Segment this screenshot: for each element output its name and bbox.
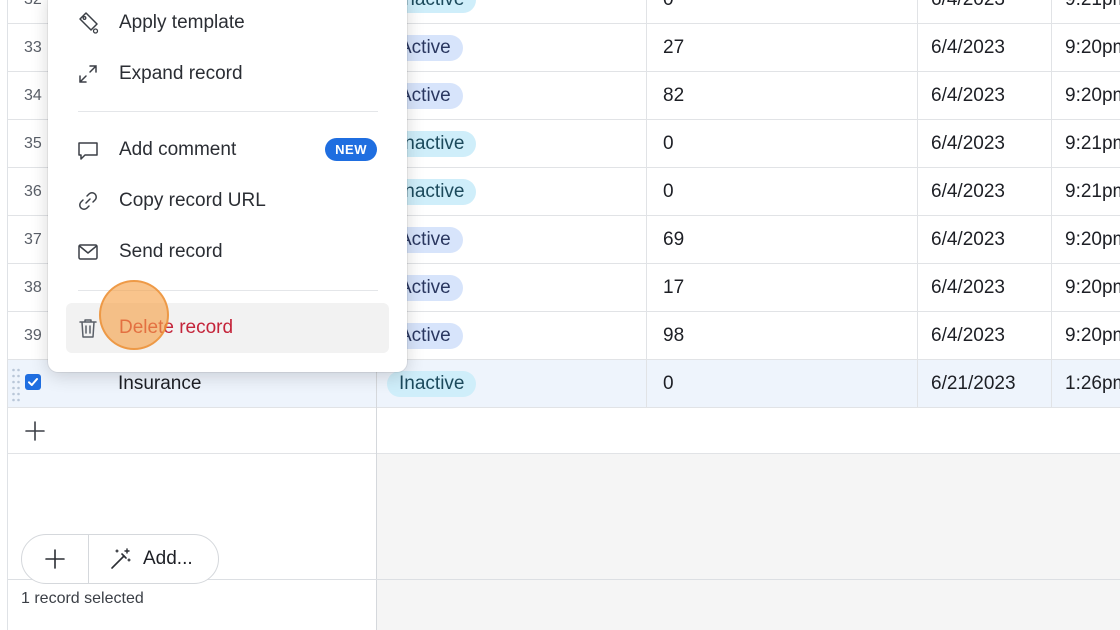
menu-item-apply-template[interactable]: Apply template xyxy=(66,0,389,48)
date-cell[interactable]: 6/21/2023 xyxy=(917,360,1051,408)
trash-icon xyxy=(76,316,100,340)
link-icon xyxy=(76,189,100,213)
menu-item-add-comment[interactable]: Add comment NEW xyxy=(66,125,389,175)
click-indicator xyxy=(99,280,169,350)
expand-icon xyxy=(76,62,100,86)
add-row-plus-icon[interactable] xyxy=(24,420,46,442)
date-cell[interactable]: 6/4/2023 xyxy=(917,216,1051,264)
time-cell[interactable]: 9:21pm xyxy=(1051,120,1120,168)
count-cell[interactable]: 0 xyxy=(646,120,917,168)
time-cell[interactable]: 9:20pm xyxy=(1051,312,1120,360)
time-cell[interactable]: 9:20pm xyxy=(1051,264,1120,312)
add-with-ai-button[interactable]: Add... xyxy=(89,535,218,583)
row-checkbox[interactable] xyxy=(25,374,41,390)
menu-item-copy-record-url[interactable]: Copy record URL xyxy=(66,176,389,226)
count-cell[interactable]: 0 xyxy=(646,0,917,24)
new-badge: NEW xyxy=(325,138,377,161)
time-cell[interactable]: 9:21pm xyxy=(1051,0,1120,24)
menu-item-label: Copy record URL xyxy=(119,190,266,211)
menu-separator xyxy=(78,111,378,112)
count-cell[interactable]: 0 xyxy=(646,168,917,216)
menu-item-label: Apply template xyxy=(119,12,245,33)
magic-wand-icon xyxy=(111,548,131,569)
count-cell[interactable]: 69 xyxy=(646,216,917,264)
menu-item-label: Add comment xyxy=(119,139,237,160)
status-cell[interactable]: Active xyxy=(376,264,646,312)
status-cell[interactable]: Active xyxy=(376,24,646,72)
add-row-right-area xyxy=(376,408,1120,454)
date-cell[interactable]: 6/4/2023 xyxy=(917,120,1051,168)
mail-icon xyxy=(76,240,100,264)
check-icon xyxy=(28,378,38,386)
menu-item-expand-record[interactable]: Expand record xyxy=(66,49,389,99)
status-cell[interactable]: Active xyxy=(376,72,646,120)
count-cell[interactable]: 17 xyxy=(646,264,917,312)
status-cell[interactable]: Inactive xyxy=(376,360,646,408)
time-cell[interactable]: 9:20pm xyxy=(1051,72,1120,120)
drag-handle-icon[interactable] xyxy=(11,366,21,402)
footer-right-area xyxy=(377,580,1120,630)
time-cell[interactable]: 9:20pm xyxy=(1051,216,1120,264)
comment-icon xyxy=(76,138,100,162)
selection-status-text: 1 record selected xyxy=(21,590,144,607)
date-cell[interactable]: 6/4/2023 xyxy=(917,312,1051,360)
menu-item-send-record[interactable]: Send record xyxy=(66,227,389,277)
date-cell[interactable]: 6/4/2023 xyxy=(917,0,1051,24)
menu-item-label: Send record xyxy=(119,241,223,262)
time-cell[interactable]: 9:21pm xyxy=(1051,168,1120,216)
date-cell[interactable]: 6/4/2023 xyxy=(917,72,1051,120)
count-cell[interactable]: 82 xyxy=(646,72,917,120)
date-cell[interactable]: 6/4/2023 xyxy=(917,168,1051,216)
status-cell[interactable]: Inactive xyxy=(376,168,646,216)
date-cell[interactable]: 6/4/2023 xyxy=(917,264,1051,312)
add-row[interactable] xyxy=(8,408,376,454)
add-record-pill: Add... xyxy=(21,534,219,584)
count-cell[interactable]: 98 xyxy=(646,312,917,360)
template-icon xyxy=(76,11,100,35)
status-cell[interactable]: Active xyxy=(376,216,646,264)
count-cell[interactable]: 27 xyxy=(646,24,917,72)
menu-item-label: Expand record xyxy=(119,63,243,84)
add-with-ai-label: Add... xyxy=(143,548,193,569)
plus-icon xyxy=(45,549,65,569)
status-cell[interactable]: Active xyxy=(376,312,646,360)
date-cell[interactable]: 6/4/2023 xyxy=(917,24,1051,72)
add-record-button[interactable] xyxy=(22,535,89,583)
status-pill: Inactive xyxy=(387,371,477,397)
time-cell[interactable]: 1:26pm xyxy=(1051,360,1120,408)
status-cell[interactable]: Inactive xyxy=(376,120,646,168)
count-cell[interactable]: 0 xyxy=(646,360,917,408)
status-cell[interactable]: Inactive xyxy=(376,0,646,24)
time-cell[interactable]: 9:20pm xyxy=(1051,24,1120,72)
